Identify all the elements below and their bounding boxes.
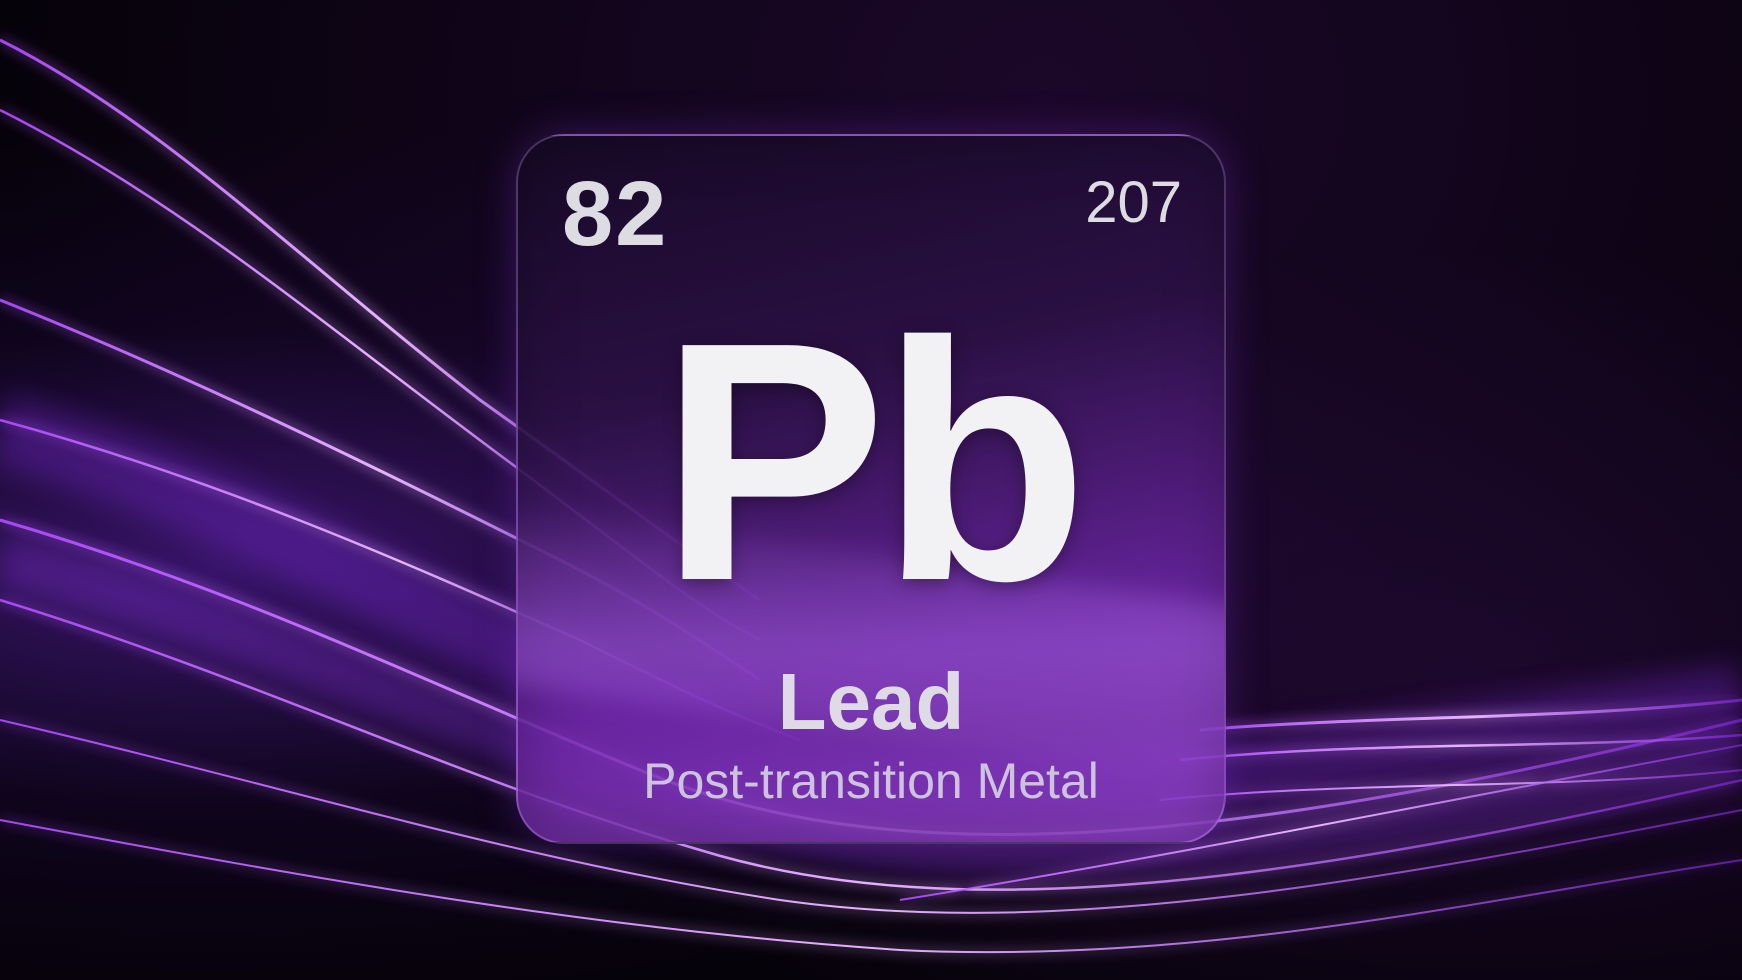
element-category: Post-transition Metal bbox=[643, 753, 1099, 809]
element-symbol: Pb bbox=[659, 272, 1088, 652]
atomic-mass: 207 bbox=[1085, 170, 1182, 235]
atomic-number: 82 bbox=[562, 163, 669, 265]
element-name: Lead bbox=[777, 657, 965, 746]
element-card: 82 207 Pb Lead Post-transition Metal bbox=[516, 134, 1226, 844]
element-tile-canvas: 82 207 Pb Lead Post-transition Metal bbox=[0, 0, 1742, 980]
